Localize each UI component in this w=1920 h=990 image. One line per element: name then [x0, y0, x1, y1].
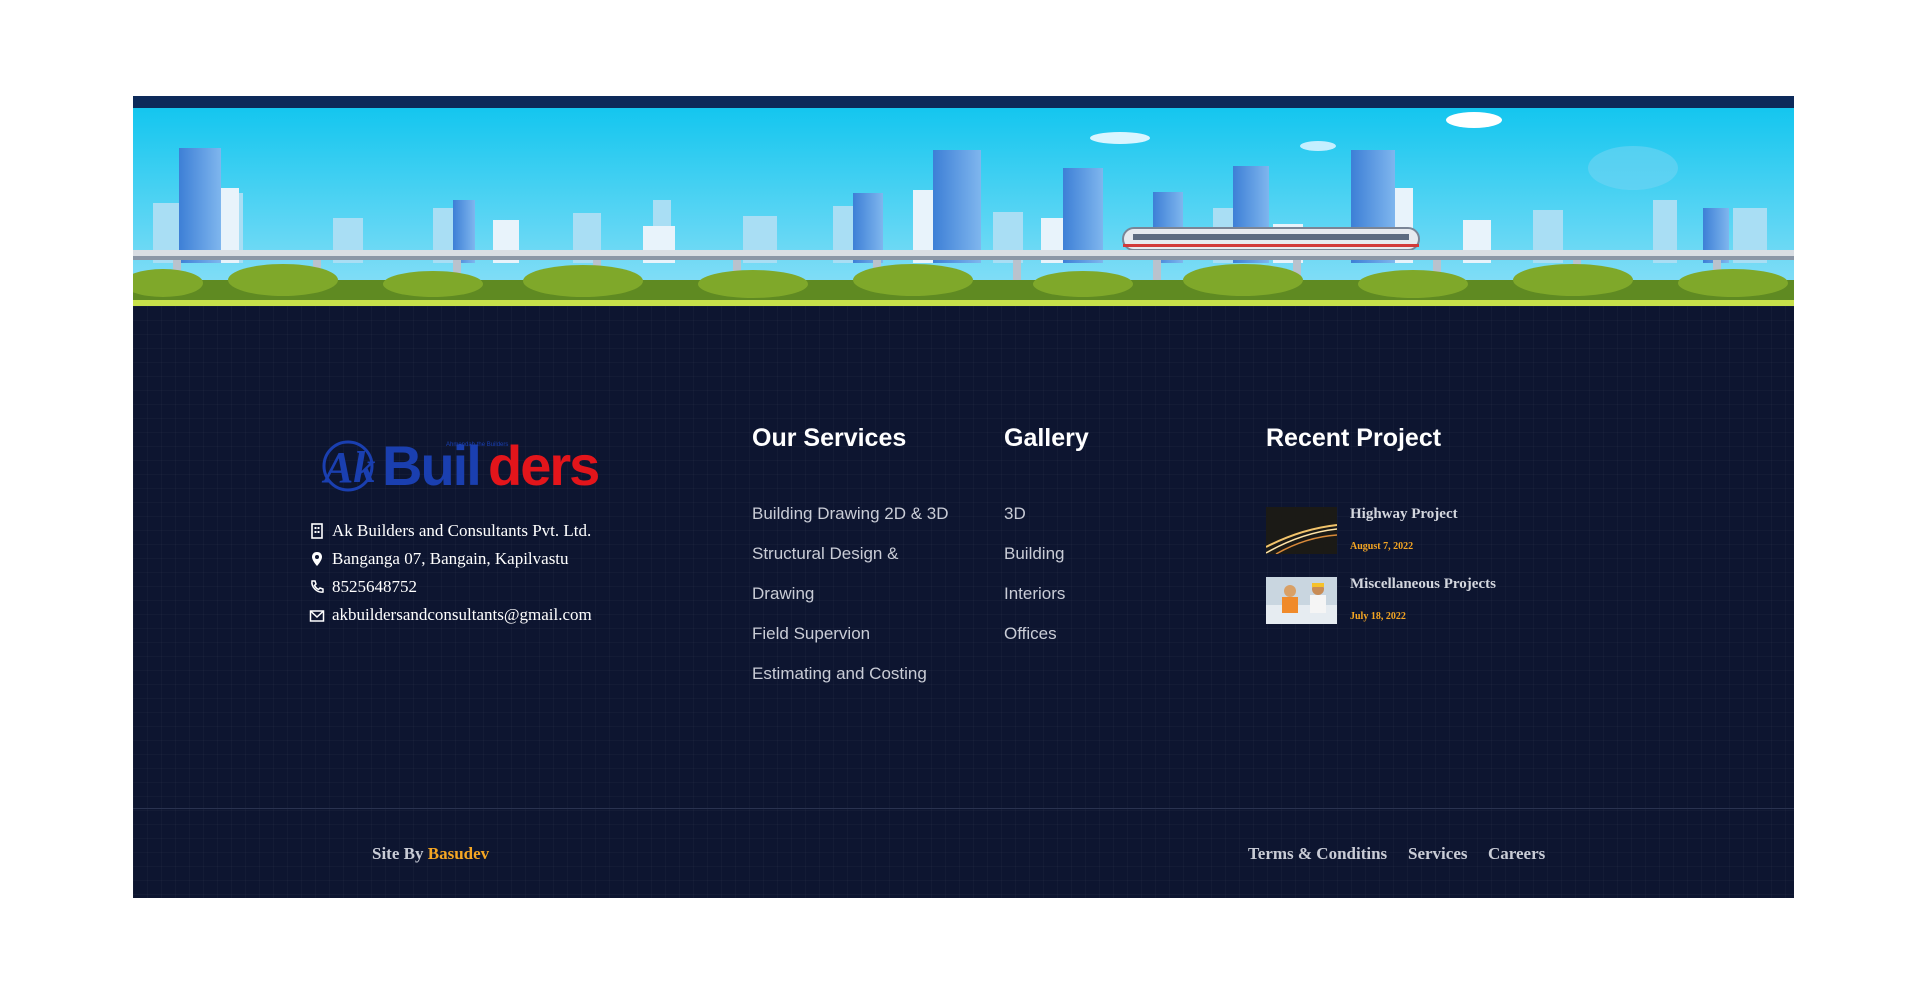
company-name: Ak Builders and Consultants Pvt. Ltd.	[332, 521, 592, 540]
service-link[interactable]: Field Supervion	[752, 624, 870, 644]
services-heading: Our Services	[752, 424, 907, 452]
footer-body: Ak Ahmendab the Builders Buil ders Ak Bu…	[133, 306, 1794, 898]
terms-link[interactable]: Terms & Conditins	[1248, 844, 1387, 864]
gallery-link[interactable]: Interiors	[1004, 584, 1065, 604]
contact-address: Banganga 07, Bangain, Kapilvastu	[309, 549, 569, 569]
service-link[interactable]: Structural Design &	[752, 544, 898, 564]
mail-icon	[309, 610, 325, 622]
project-date: July 18, 2022	[1350, 611, 1406, 622]
address-text: Banganga 07, Bangain, Kapilvastu	[332, 549, 569, 568]
site-credit: Site By Basudev	[372, 844, 489, 864]
email-address[interactable]: akbuildersandconsultants@gmail.com	[332, 605, 592, 625]
svg-text:Ak: Ak	[321, 443, 375, 492]
gallery-heading: Gallery	[1004, 424, 1089, 452]
service-link[interactable]: Estimating and Costing	[752, 664, 927, 684]
project-title-link[interactable]: Highway Project	[1350, 506, 1458, 523]
gallery-link[interactable]: Offices	[1004, 624, 1057, 644]
train-icon	[1122, 227, 1420, 251]
city-skyline-banner	[133, 108, 1794, 306]
contact-phone: 8525648752	[309, 577, 417, 597]
building-icon	[311, 523, 323, 539]
site-by-label: Site By	[372, 844, 424, 863]
careers-link[interactable]: Careers	[1488, 844, 1545, 864]
skyline-illustration	[133, 108, 1794, 306]
svg-text:ders: ders	[488, 434, 598, 497]
svg-text:Buil: Buil	[382, 434, 480, 497]
misc-projects-thumbnail[interactable]	[1266, 577, 1337, 624]
recent-project-heading: Recent Project	[1266, 424, 1442, 452]
contact-email: akbuildersandconsultants@gmail.com	[309, 605, 592, 625]
service-link[interactable]: Building Drawing 2D & 3D	[752, 504, 949, 524]
phone-icon	[311, 580, 324, 593]
project-title-link[interactable]: Miscellaneous Projects	[1350, 576, 1496, 593]
project-date: August 7, 2022	[1350, 541, 1414, 552]
site-footer: Ak Ahmendab the Builders Buil ders Ak Bu…	[133, 96, 1794, 898]
cloud-icon	[1446, 112, 1502, 128]
gallery-link[interactable]: 3D	[1004, 504, 1026, 524]
location-pin-icon	[312, 552, 322, 566]
gallery-link[interactable]: Building	[1004, 544, 1065, 564]
service-link[interactable]: Drawing	[752, 584, 814, 604]
services-link[interactable]: Services	[1408, 844, 1467, 864]
author-link[interactable]: Basudev	[428, 844, 489, 863]
highway-project-thumbnail[interactable]	[1265, 507, 1338, 555]
footer-divider	[133, 808, 1794, 809]
footer-top-strip	[133, 96, 1794, 108]
contact-company: Ak Builders and Consultants Pvt. Ltd.	[309, 521, 591, 541]
phone-number[interactable]: 8525648752	[332, 577, 417, 597]
ak-builders-logo[interactable]: Ak Ahmendab the Builders Buil ders	[318, 430, 608, 504]
